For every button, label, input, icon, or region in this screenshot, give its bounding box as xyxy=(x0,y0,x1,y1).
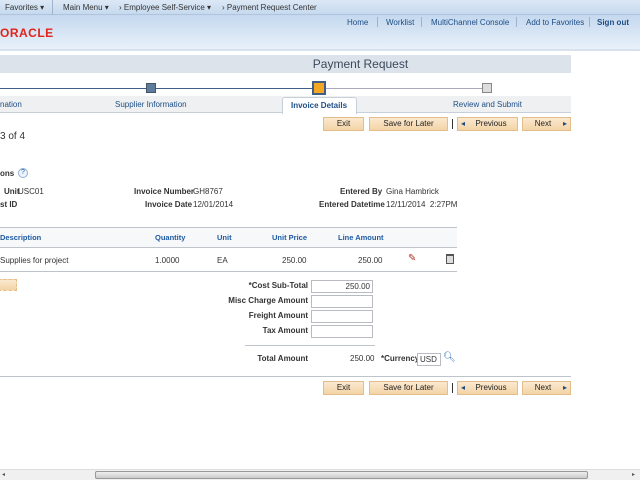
invoice-number: GH8767 xyxy=(193,187,223,196)
progress-line-done xyxy=(0,88,318,89)
tab-supplier-information[interactable]: Supplier Information xyxy=(115,100,187,109)
main-menu-label: Main Menu xyxy=(63,3,103,12)
add-to-favorites-link[interactable]: Add to Favorites xyxy=(526,18,584,27)
ess-label: Employee Self-Service xyxy=(123,3,205,12)
col-line-amount: Line Amount xyxy=(338,233,384,242)
col-unit: Unit xyxy=(217,233,232,242)
entered-datetime-label: Entered Datetime xyxy=(319,200,385,209)
arrow-right-icon: ▸ xyxy=(562,383,567,392)
oracle-logo: ORACLE xyxy=(0,26,54,40)
arrow-left-icon: ◂ xyxy=(461,383,466,392)
tab-step-1[interactable]: nation xyxy=(0,100,22,109)
arrow-left-icon: ◂ xyxy=(461,119,466,128)
invoice-date: 12/01/2014 xyxy=(193,200,234,209)
worklist-link[interactable]: Worklist xyxy=(386,18,414,27)
unit-value: USC01 xyxy=(18,187,44,196)
save-for-later-button-bottom[interactable]: Save for Later xyxy=(369,381,448,395)
freight-label: Freight Amount xyxy=(248,311,308,320)
edit-pencil-icon[interactable]: ✎ xyxy=(408,253,416,264)
progress-line-pending xyxy=(318,88,488,89)
total-amount-label: Total Amount xyxy=(257,354,308,363)
divider xyxy=(0,376,571,377)
divider xyxy=(452,383,453,393)
currency-label: *Currency xyxy=(381,354,420,363)
top-navigation-bar: Favorites ▾ Main Menu ▾ › Employee Self-… xyxy=(0,0,640,15)
horizontal-scrollbar[interactable]: ◂ ▸ xyxy=(0,469,640,480)
tax-input[interactable] xyxy=(311,325,373,338)
scrollbar-thumb[interactable] xyxy=(95,471,588,479)
next-label: Next xyxy=(534,119,552,128)
col-quantity: Quantity xyxy=(155,233,186,242)
favorites-label: Favorites xyxy=(5,3,38,12)
divider xyxy=(377,17,378,27)
exit-button[interactable]: Exit xyxy=(323,117,364,131)
sign-out-link[interactable]: Sign out xyxy=(597,18,629,27)
misc-charge-input[interactable] xyxy=(311,295,373,308)
divider xyxy=(421,17,422,27)
previous-label: Previous xyxy=(475,119,507,128)
row-quantity: 1.0000 xyxy=(155,256,180,265)
divider xyxy=(52,0,53,15)
previous-button-bottom[interactable]: ◂ Previous xyxy=(457,381,518,395)
step-marker-done xyxy=(146,83,156,93)
misc-charge-label: Misc Charge Amount xyxy=(228,296,308,305)
next-label: Next xyxy=(534,383,552,392)
divider xyxy=(0,271,457,272)
next-button[interactable]: Next ▸ xyxy=(522,117,571,131)
help-icon[interactable]: ? xyxy=(18,168,28,178)
tab-invoice-details-label[interactable]: Invoice Details xyxy=(291,101,347,110)
tab-review-and-submit[interactable]: Review and Submit xyxy=(453,100,522,109)
row-unit-price: 250.00 xyxy=(282,256,307,265)
row-description: Supplies for project xyxy=(0,256,69,265)
step-marker-pending xyxy=(482,83,492,93)
freight-input[interactable] xyxy=(311,310,373,323)
step-count: 3 of 4 xyxy=(0,131,26,142)
multichannel-console-link[interactable]: MultiChannel Console xyxy=(431,18,509,27)
previous-button[interactable]: ◂ Previous xyxy=(457,117,518,131)
save-for-later-button[interactable]: Save for Later xyxy=(369,117,448,131)
invoice-date-label: Invoice Date xyxy=(145,200,193,209)
next-button-bottom[interactable]: Next ▸ xyxy=(522,381,571,395)
row-line-amount: 250.00 xyxy=(358,256,383,265)
cost-subtotal-input[interactable]: 250.00 xyxy=(311,280,373,293)
divider xyxy=(589,17,590,27)
entered-by: Gina Hambrick xyxy=(386,187,439,196)
exit-button-bottom[interactable]: Exit xyxy=(323,381,364,395)
tax-label: Tax Amount xyxy=(262,326,308,335)
favorites-menu[interactable]: Favorites ▾ xyxy=(5,3,44,12)
col-description: Description xyxy=(0,233,42,242)
page-title: Payment Request xyxy=(0,55,571,73)
divider xyxy=(516,17,517,27)
previous-label: Previous xyxy=(475,383,507,392)
step-marker-current xyxy=(312,81,326,95)
main-menu[interactable]: Main Menu ▾ xyxy=(63,3,109,12)
cost-subtotal-label: *Cost Sub-Total xyxy=(248,281,308,290)
arrow-right-icon: ▸ xyxy=(562,119,567,128)
scroll-left-icon[interactable]: ◂ xyxy=(2,471,5,478)
invoice-number-label: Invoice Number xyxy=(134,187,195,196)
current-label: Payment Request Center xyxy=(226,3,317,12)
divider xyxy=(245,345,375,346)
entered-datetime: 12/11/2014 2:27PM xyxy=(386,200,458,209)
col-unit-price: Unit Price xyxy=(272,233,308,242)
divider xyxy=(452,119,453,129)
section-title: ons xyxy=(0,169,15,178)
add-line-button[interactable] xyxy=(0,279,17,291)
total-amount: 250.00 xyxy=(350,354,375,363)
entered-by-label: Entered By xyxy=(340,187,383,196)
scroll-right-icon[interactable]: ▸ xyxy=(632,471,635,478)
breadcrumb-current: › Payment Request Center xyxy=(222,3,317,12)
breadcrumb-ess[interactable]: › Employee Self-Service ▾ xyxy=(119,3,211,12)
trash-icon[interactable] xyxy=(446,254,454,264)
row-unit: EA xyxy=(217,256,228,265)
divider xyxy=(0,247,457,248)
home-link[interactable]: Home xyxy=(347,18,368,27)
currency-input[interactable]: USD xyxy=(417,353,441,366)
lookup-search-icon[interactable]: 🔍︎ xyxy=(443,352,456,363)
id-label: st ID xyxy=(0,200,18,209)
